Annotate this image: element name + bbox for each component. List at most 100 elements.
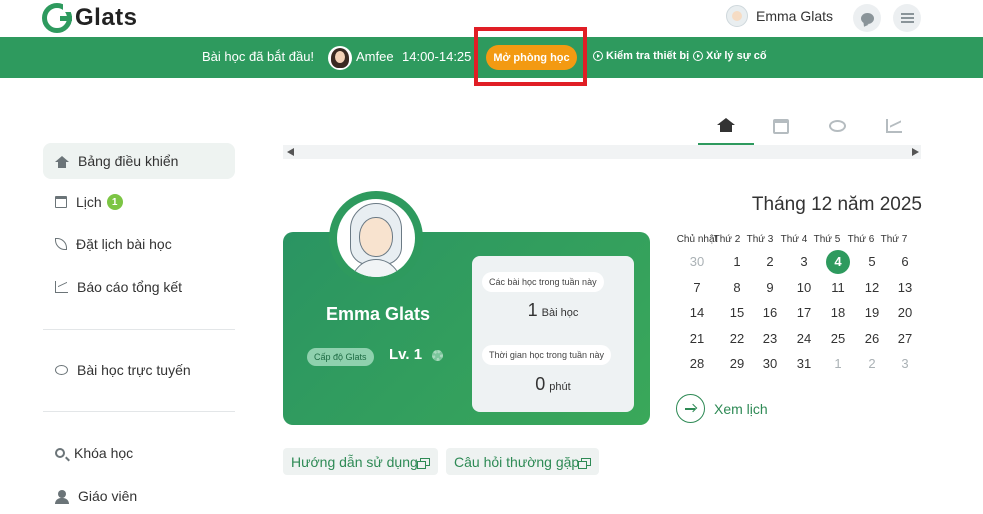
user-menu[interactable]: Emma Glats <box>726 5 833 27</box>
teacher-avatar <box>328 46 352 70</box>
chat-bubble-icon <box>860 12 874 24</box>
gear-icon[interactable] <box>432 350 443 361</box>
level-value: Lv. 1 <box>389 346 423 363</box>
calendar-day[interactable]: 19 <box>860 301 884 325</box>
horizontal-scrollbar[interactable] <box>283 145 921 159</box>
calendar-day[interactable]: 6 <box>893 250 917 274</box>
calendar-day[interactable]: 10 <box>792 276 816 300</box>
calendar-day[interactable]: 26 <box>860 327 884 351</box>
logo-g-icon <box>42 2 73 33</box>
sidebar-divider <box>43 411 235 412</box>
calendar-day[interactable]: 9 <box>758 276 782 300</box>
logo[interactable]: Glats <box>42 2 138 33</box>
logo-text: Glats <box>75 4 138 31</box>
menu-button[interactable] <box>893 4 921 32</box>
sidebar-item-dashboard[interactable]: Bảng điều khiển <box>43 143 235 179</box>
calendar-day[interactable]: 24 <box>792 327 816 351</box>
sidebar-item-calendar[interactable]: Lịch 1 <box>43 184 235 220</box>
calendar-day[interactable]: 23 <box>758 327 782 351</box>
external-link-icon <box>578 457 592 469</box>
main-tabs <box>698 106 924 146</box>
sidebar-item-label: Lịch <box>76 194 102 210</box>
calendar-day[interactable]: 28 <box>685 352 709 376</box>
calendar-day[interactable]: 7 <box>685 276 709 300</box>
faq-button[interactable]: Câu hỏi thường gặp <box>446 448 600 475</box>
weekly-lessons-unit: Bài học <box>541 307 579 319</box>
calendar-day[interactable]: 29 <box>725 352 749 376</box>
play-circle-icon <box>593 51 603 61</box>
weekly-lessons-value: 1 <box>527 300 538 320</box>
calendar-day[interactable]: 30 <box>758 352 782 376</box>
scroll-left-arrow-icon[interactable] <box>287 148 294 156</box>
calendar-day[interactable]: 22 <box>725 327 749 351</box>
calendar-day[interactable]: 20 <box>893 301 917 325</box>
calendar-day[interactable]: 17 <box>792 301 816 325</box>
calendar-day-today[interactable]: 4 <box>826 250 850 274</box>
profile-name: Emma Glats <box>325 304 431 324</box>
calendar-day[interactable]: 31 <box>792 352 816 376</box>
user-guide-button[interactable]: Hướng dẫn sử dụng <box>283 448 438 475</box>
calendar-day[interactable]: 2 <box>758 250 782 274</box>
calendar-day[interactable]: 27 <box>893 327 917 351</box>
calendar-day[interactable]: 2 <box>860 352 884 376</box>
calendar-day[interactable]: 14 <box>685 301 709 325</box>
sidebar-item-label: Bài học trực tuyến <box>77 362 191 378</box>
chat-button[interactable] <box>853 4 881 32</box>
calendar-icon <box>773 118 789 134</box>
hamburger-menu-icon <box>900 13 914 23</box>
tab-home[interactable] <box>698 106 754 146</box>
view-calendar-label: Xem lịch <box>714 400 768 417</box>
tab-calendar[interactable] <box>753 106 809 146</box>
calendar-day[interactable]: 13 <box>893 276 917 300</box>
calendar-day[interactable]: 12 <box>860 276 884 300</box>
calendar-day[interactable]: 21 <box>685 327 709 351</box>
lesson-time: 14:00-14:25 <box>402 49 472 64</box>
check-device-label: Kiểm tra thiết bị <box>606 50 690 62</box>
troubleshoot-link[interactable]: Xử lý sự cố <box>693 50 767 62</box>
sidebar-item-summary-report[interactable]: Báo cáo tổng kết <box>43 269 235 305</box>
scroll-right-arrow-icon[interactable] <box>912 148 919 156</box>
leaf-icon <box>55 238 67 250</box>
view-calendar-link[interactable]: Xem lịch <box>676 394 768 423</box>
weekly-time-unit: phút <box>549 381 571 393</box>
weekly-time-label: Thời gian học trong tuần này <box>482 345 611 365</box>
calendar-day[interactable]: 16 <box>758 301 782 325</box>
user-name: Emma Glats <box>756 8 834 24</box>
sidebar-item-label: Khóa học <box>74 445 134 461</box>
calendar-day[interactable]: 11 <box>826 276 850 300</box>
sidebar-item-teachers[interactable]: Giáo viên <box>43 478 235 514</box>
sidebar-item-online-lessons[interactable]: Bài học trực tuyến <box>43 352 235 388</box>
search-icon <box>55 448 65 458</box>
weekly-time-value: 0 <box>535 374 546 394</box>
tab-chat[interactable] <box>809 106 865 146</box>
calendar-day[interactable]: 1 <box>826 352 850 376</box>
home-icon <box>55 156 69 168</box>
calendar-day[interactable]: 3 <box>792 250 816 274</box>
calendar-day[interactable]: 30 <box>685 250 709 274</box>
chart-icon <box>886 119 902 133</box>
calendar-day[interactable]: 5 <box>860 250 884 274</box>
teacher-name: Amfee <box>356 49 394 64</box>
home-icon <box>717 118 735 132</box>
calendar-icon <box>55 196 67 208</box>
check-device-link[interactable]: Kiểm tra thiết bị <box>593 50 689 62</box>
sidebar-item-label: Giáo viên <box>78 488 138 504</box>
calendar-day[interactable]: 18 <box>826 301 850 325</box>
calendar-day[interactable]: 3 <box>893 352 917 376</box>
avatar-face <box>359 217 393 257</box>
sidebar-item-book-lesson[interactable]: Đặt lịch bài học <box>43 226 235 262</box>
user-guide-label: Hướng dẫn sử dụng <box>291 453 418 470</box>
play-circle-icon <box>693 51 703 61</box>
chat-icon <box>828 120 846 132</box>
calendar-day[interactable]: 8 <box>725 276 749 300</box>
faq-label: Câu hỏi thường gặp <box>454 453 580 470</box>
calendar-day[interactable]: 25 <box>826 327 850 351</box>
tab-report[interactable] <box>866 106 922 146</box>
troubleshoot-label: Xử lý sự cố <box>706 50 767 62</box>
calendar-title: Tháng 12 năm 2025 <box>751 194 922 215</box>
arrow-right-circle-icon <box>676 394 705 423</box>
calendar-day[interactable]: 1 <box>725 250 749 274</box>
sidebar-item-courses[interactable]: Khóa học <box>43 435 235 471</box>
avatar <box>337 199 415 277</box>
calendar-day[interactable]: 15 <box>725 301 749 325</box>
